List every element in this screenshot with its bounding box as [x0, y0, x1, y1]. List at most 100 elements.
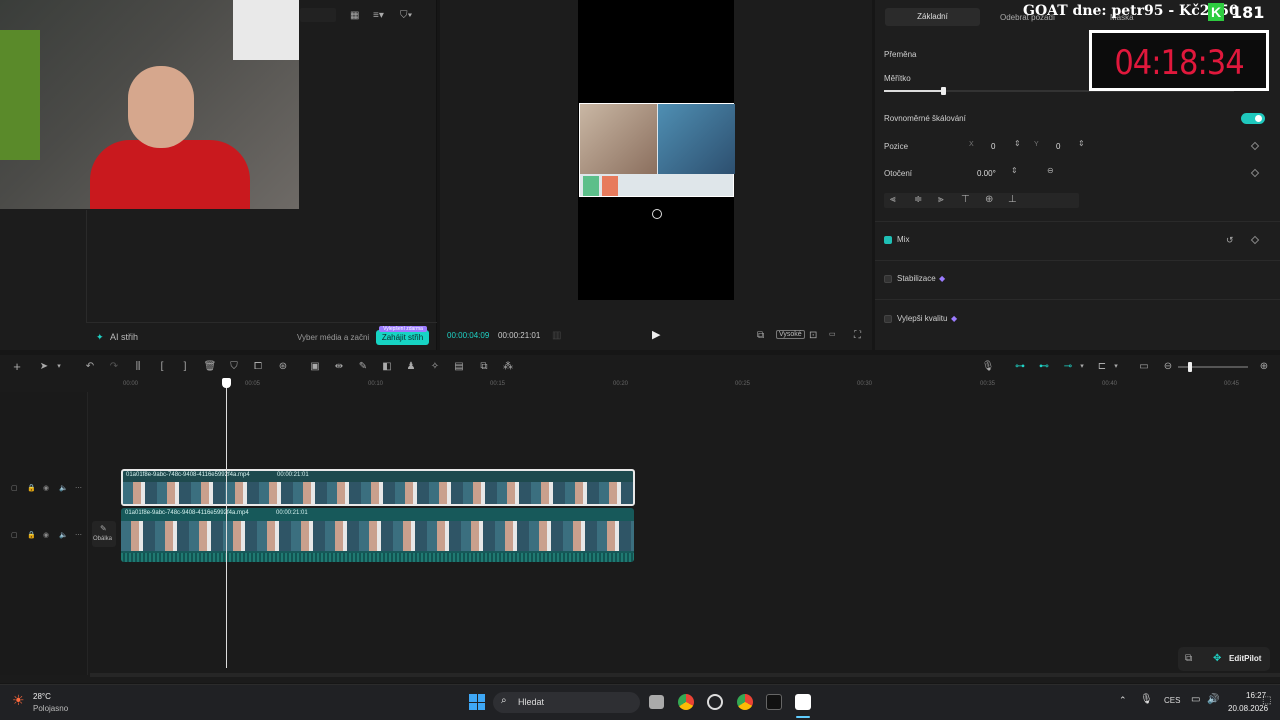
mix-checkbox[interactable] — [884, 236, 892, 244]
export-frame-icon[interactable]: ⧉ — [477, 361, 491, 373]
rotation-stepper-icon[interactable]: ⇕ — [1011, 166, 1018, 175]
trim-right-icon[interactable]: ] — [178, 361, 192, 373]
filter-icon[interactable]: ⛉▾ — [400, 10, 412, 21]
fullscreen-icon[interactable]: ⛶ — [854, 330, 861, 341]
magnet-icon[interactable]: ⊶ — [1013, 361, 1027, 373]
stabilize-label[interactable]: Stabilizace — [897, 274, 936, 283]
reverse-icon[interactable]: ⇹ — [332, 361, 346, 373]
quality-selector[interactable]: Vysoké — [776, 330, 805, 339]
mix-keyframe-icon[interactable] — [1250, 235, 1260, 245]
select-dropdown-icon[interactable]: ▾ — [52, 361, 66, 373]
reset-icon[interactable]: ↺ — [1226, 235, 1234, 246]
microphone-icon[interactable]: 🎙 — [981, 361, 995, 373]
track2-visibility-icon[interactable]: ◉ — [43, 531, 49, 539]
zoom-in-icon[interactable]: ⊕ — [1257, 361, 1271, 373]
undo-icon[interactable]: ↶ — [83, 361, 97, 373]
axis-dropdown-icon[interactable]: ▾ — [1109, 361, 1123, 373]
chrome-icon[interactable] — [678, 694, 694, 710]
scale-slider-thumb[interactable] — [941, 87, 946, 95]
preview-canvas[interactable] — [578, 0, 735, 300]
track1-more-icon[interactable]: ⋯ — [75, 484, 82, 492]
split-icon[interactable]: ⫼ — [131, 361, 145, 373]
delete-icon[interactable]: 🗑 — [203, 361, 217, 373]
marker-icon[interactable]: ⛉ — [227, 361, 241, 373]
track2-lock-icon[interactable]: 🔒 — [27, 531, 36, 539]
pos-y-input[interactable]: 0 — [1056, 142, 1060, 151]
tray-microphone-icon[interactable]: 🎙 — [1140, 694, 1153, 705]
mix-label[interactable]: Mix — [897, 235, 909, 244]
rotation-dial-icon[interactable]: ⊖ — [1047, 166, 1054, 175]
crop-tool-icon[interactable]: ⧠ — [251, 361, 265, 373]
focus-icon[interactable]: ⊡ — [809, 330, 817, 341]
zoom-slider-thumb[interactable] — [1188, 362, 1192, 372]
video-clip-2[interactable]: 01a01f8e-9abc-748c-9408-4116e5992f4a.mp4… — [121, 508, 634, 562]
track1-visibility-icon[interactable]: ◉ — [43, 484, 49, 492]
track1-audio-icon[interactable]: 🔈 — [59, 484, 68, 492]
position-keyframe-icon[interactable] — [1250, 141, 1260, 151]
enhance-label[interactable]: Vylepši kvalitu — [897, 314, 947, 323]
freeze-icon[interactable]: ▣ — [308, 361, 322, 373]
play-icon[interactable]: ▶ — [652, 328, 660, 341]
trim-left-icon[interactable]: [ — [155, 361, 169, 373]
volume-icon[interactable]: 🔊 — [1207, 694, 1219, 705]
ai-tool-icon[interactable]: ⁂ — [501, 361, 515, 373]
pen-icon[interactable]: ✎ — [356, 361, 370, 373]
track2-more-icon[interactable]: ⋯ — [75, 531, 82, 539]
epic-games-icon[interactable] — [766, 694, 782, 710]
pos-y-stepper-icon[interactable]: ⇕ — [1078, 139, 1085, 148]
track1-select-icon[interactable]: ▢ — [11, 484, 18, 492]
pos-x-stepper-icon[interactable]: ⇕ — [1014, 139, 1021, 148]
tray-overflow-icon[interactable]: ⌃ — [1119, 695, 1127, 706]
enhance-checkbox[interactable] — [884, 315, 892, 323]
speed-icon[interactable]: ⊛ — [276, 361, 290, 373]
notification-icon[interactable]: ⬚ — [1262, 695, 1271, 706]
taskbar-search[interactable]: ⌕ Hledat — [493, 692, 640, 713]
stabilize-checkbox[interactable] — [884, 275, 892, 283]
align-top-icon[interactable]: ⊤ — [961, 194, 970, 205]
align-right-icon[interactable]: ⫸ — [938, 194, 944, 205]
media-search-box[interactable] — [300, 8, 336, 22]
chrome-profile-icon[interactable] — [737, 694, 753, 710]
transform-label[interactable]: Přeměna — [884, 50, 916, 59]
preview-axis-icon[interactable]: ⊏ — [1095, 361, 1109, 373]
tab-basic[interactable]: Základní — [885, 8, 980, 26]
link-icon[interactable]: ⊷ — [1037, 361, 1051, 373]
track2-select-icon[interactable]: ▢ — [11, 531, 18, 539]
mirror-icon[interactable]: ◧ — [380, 361, 394, 373]
ratio-icon[interactable]: ▭ — [829, 330, 836, 338]
preview-clip-frame[interactable] — [579, 103, 735, 197]
network-icon[interactable]: ▭ — [1191, 694, 1200, 705]
pos-x-input[interactable]: 0 — [991, 142, 995, 151]
rotation-keyframe-icon[interactable] — [1250, 168, 1260, 178]
select-tool-icon[interactable]: ➤ — [37, 361, 51, 373]
obs-icon[interactable] — [707, 694, 723, 710]
waveform-icon[interactable]: ▥ — [552, 330, 561, 341]
capcut-icon[interactable] — [795, 694, 811, 710]
timeline-scrollbar[interactable] — [90, 673, 1280, 677]
playhead[interactable] — [226, 378, 227, 668]
subtitle-icon[interactable]: ▤ — [452, 361, 466, 373]
track1-lock-icon[interactable]: 🔒 — [27, 484, 36, 492]
align-center-v-icon[interactable]: ⊕ — [985, 194, 993, 205]
redo-icon[interactable]: ↷ — [107, 361, 121, 373]
snap-dropdown-icon[interactable]: ▾ — [1075, 361, 1089, 373]
weather-temp[interactable]: 28°C — [33, 692, 51, 701]
align-left-icon[interactable]: ⫷ — [890, 194, 896, 205]
fit-icon[interactable]: ▭ — [1137, 361, 1151, 373]
add-track-icon[interactable]: + — [10, 360, 24, 373]
align-center-h-icon[interactable]: ≑ — [914, 194, 922, 205]
task-view-icon[interactable] — [649, 695, 664, 709]
person-icon[interactable]: ♟ — [404, 361, 418, 373]
magic-icon[interactable]: ✧ — [428, 361, 442, 373]
sort-icon[interactable]: ≡▾ — [373, 10, 384, 21]
cover-button[interactable]: ✎ Obálka — [92, 521, 116, 547]
track2-audio-icon[interactable]: 🔈 — [59, 531, 68, 539]
ai-cut-label[interactable]: AI střih — [110, 332, 138, 342]
rotation-input[interactable]: 0.00° — [977, 169, 996, 178]
editpilot-button[interactable]: EditPilot — [1229, 654, 1261, 663]
weather-icon[interactable]: ☀ — [12, 692, 25, 709]
uniform-scale-toggle[interactable] — [1241, 113, 1265, 124]
grid-view-icon[interactable]: ▦ — [350, 10, 359, 21]
feedback-icon[interactable]: ⧉ — [1185, 653, 1192, 664]
windows-start-icon[interactable] — [469, 694, 485, 710]
